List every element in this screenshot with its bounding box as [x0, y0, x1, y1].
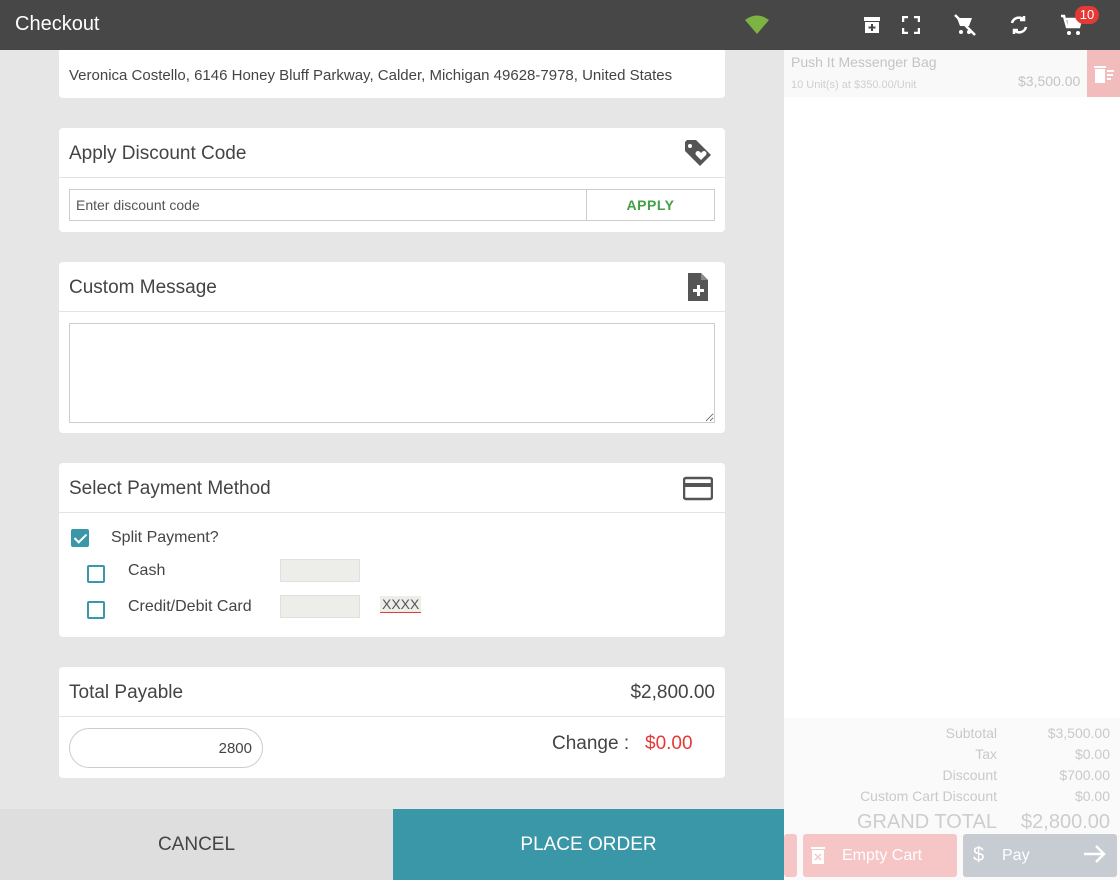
fullscreen-icon[interactable] — [899, 13, 923, 37]
grand-total-label: GRAND TOTAL — [856, 811, 997, 833]
cart-count-badge: 10 — [1075, 6, 1099, 24]
discount-card: Apply Discount Code APPLY — [59, 128, 725, 232]
custom-message-title: Custom Message — [69, 277, 217, 298]
discount-label: Discount — [942, 767, 997, 783]
empty-cart-label: Empty Cart — [842, 846, 923, 864]
payment-amount-input[interactable] — [69, 728, 263, 768]
subtotal-label: Subtotal — [945, 725, 997, 741]
cart-action-stub[interactable] — [784, 834, 797, 877]
empty-cart-button[interactable]: Empty Cart — [803, 834, 957, 877]
payment-method-card: Select Payment Method Split Payment? Cas… — [59, 463, 725, 637]
arrow-right-icon — [1083, 844, 1107, 869]
discount-title: Apply Discount Code — [69, 143, 247, 164]
discount-value: $700.00 — [1059, 767, 1110, 783]
card-label: Credit/Debit Card — [128, 598, 252, 615]
tag-heart-icon — [683, 138, 713, 168]
dollar-icon: $ — [973, 844, 985, 866]
discount-code-input[interactable] — [69, 189, 586, 221]
cash-label: Cash — [128, 562, 166, 579]
place-order-button[interactable]: PLACE ORDER — [393, 809, 784, 880]
tax-label: Tax — [975, 746, 997, 762]
change-value: $0.00 — [645, 733, 693, 754]
empty-cart-icon — [811, 846, 825, 869]
card-checkbox[interactable] — [87, 601, 105, 619]
pay-button[interactable]: $ Pay — [963, 834, 1117, 877]
note-add-icon — [683, 272, 713, 302]
cash-amount-input[interactable] — [280, 559, 360, 582]
cart-item-price: $3,500.00 — [1018, 73, 1081, 89]
card-last-digits-input[interactable]: XXXX — [380, 596, 422, 613]
card-amount-input[interactable] — [280, 595, 360, 618]
shipping-address-text: Veronica Costello, 6146 Honey Bluff Park… — [69, 67, 673, 84]
delete-item-icon[interactable] — [1087, 50, 1120, 97]
subtotal-value: $3,500.00 — [1047, 725, 1110, 741]
sync-icon[interactable] — [1007, 13, 1031, 37]
wifi-icon — [745, 13, 769, 37]
split-payment-checkbox[interactable] — [71, 529, 89, 547]
split-payment-label: Split Payment? — [111, 529, 219, 546]
cancel-button[interactable]: CANCEL — [0, 809, 393, 880]
discount-header: Apply Discount Code — [59, 128, 725, 178]
remove-cart-icon[interactable] — [953, 13, 977, 37]
grand-total-value: $2,800.00 — [1021, 811, 1110, 833]
cart-item: Push It Messenger Bag 10 Unit(s) at $350… — [784, 50, 1120, 97]
custom-cart-discount-value: $0.00 — [1074, 788, 1110, 804]
total-payable-amount: $2,800.00 — [630, 682, 715, 703]
checkout-panel: Veronica Costello, 6146 Honey Bluff Park… — [0, 50, 784, 880]
top-bar: Checkout 10 — [0, 0, 1120, 50]
cash-checkbox[interactable] — [87, 565, 105, 583]
custom-cart-discount-label: Custom Cart Discount — [860, 788, 997, 804]
tax-value: $0.00 — [1074, 746, 1110, 762]
apply-discount-button[interactable]: APPLY — [586, 189, 715, 221]
shipping-address-card: Veronica Costello, 6146 Honey Bluff Park… — [59, 50, 725, 98]
add-box-icon[interactable] — [860, 13, 884, 37]
custom-message-header: Custom Message — [59, 262, 725, 312]
custom-message-card: Custom Message — [59, 262, 725, 433]
credit-card-icon — [682, 473, 714, 503]
payment-method-header: Select Payment Method — [59, 463, 725, 513]
page-title: Checkout — [15, 13, 100, 35]
change-label: Change : — [552, 733, 630, 754]
total-payable-label: Total Payable — [69, 682, 184, 703]
cart-panel: Push It Messenger Bag 10 Unit(s) at $350… — [784, 50, 1120, 880]
payment-method-title: Select Payment Method — [69, 478, 271, 499]
cart-item-name: Push It Messenger Bag — [791, 54, 937, 70]
total-payable-card: Total Payable $2,800.00 Change : $0.00 — [59, 667, 725, 778]
pay-label: Pay — [1002, 846, 1030, 864]
cart-item-unit-info: 10 Unit(s) at $350.00/Unit — [791, 79, 917, 91]
custom-message-textarea[interactable] — [69, 323, 715, 423]
